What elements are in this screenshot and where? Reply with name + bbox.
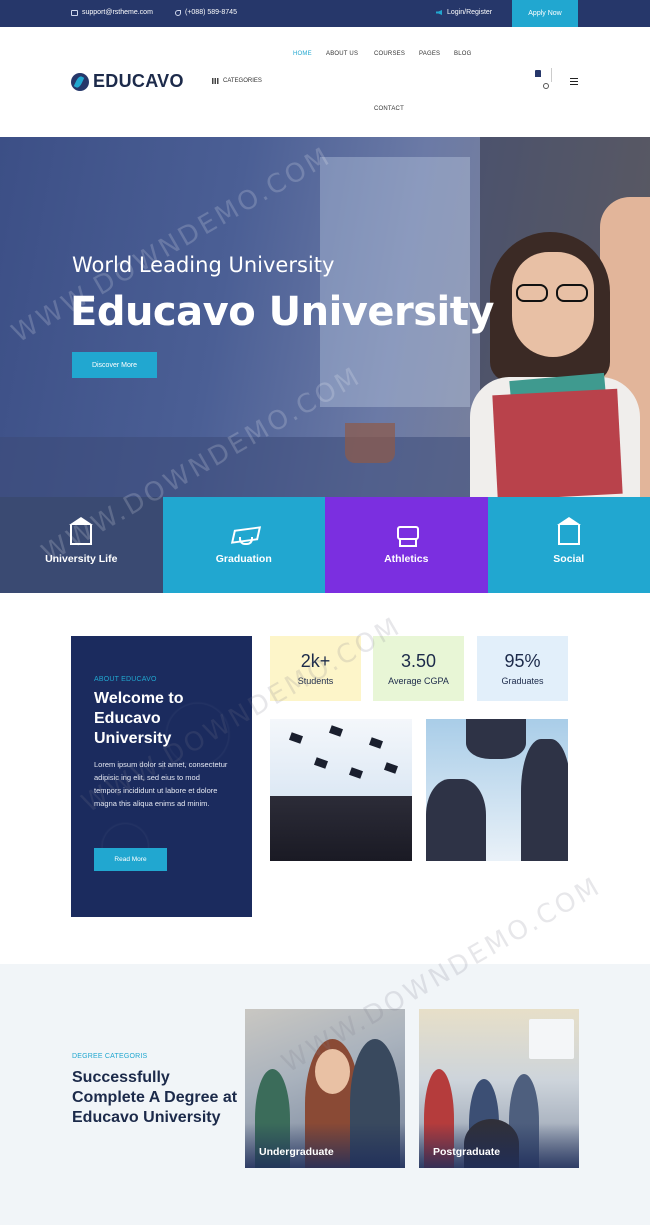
stat-students: 2k+ Students [270,636,361,701]
logo[interactable]: EDUCAVO [71,71,184,92]
stat-value: 3.50 [400,651,437,671]
tile-athletics[interactable]: Athletics [325,497,488,593]
hero-subtitle: World Leading University [72,253,335,277]
card-label: Undergraduate [259,1146,334,1158]
tile-label: Athletics [384,553,429,565]
discover-more-button[interactable]: Discover More [72,352,157,378]
card-postgraduate[interactable]: Postgraduate [419,1009,579,1168]
divider [551,68,552,82]
building-icon [556,517,581,545]
tile-university-life[interactable]: University Life [0,497,163,593]
envelope-icon [71,9,78,16]
graduation-photo-1 [270,719,412,861]
about-tag: ABOUT EDUCAVO [94,676,157,683]
building-icon [69,517,94,545]
categories-menu[interactable]: CATEGORIES [212,78,262,84]
grid-icon [212,78,219,84]
logo-icon [71,72,89,91]
stat-cgpa: 3.50 Average CGPA [373,636,464,701]
about-card: ABOUT EDUCAVO Welcome to Educavo Univers… [71,636,252,917]
phone-text: (+088) 589-8745 [185,9,237,16]
tile-social[interactable]: Social [487,497,650,593]
stat-graduates: 95% Graduates [477,636,568,701]
tile-graduation[interactable]: Graduation [162,497,325,593]
graduation-cap-icon [233,525,255,545]
apply-now-button[interactable]: Apply Now [512,0,578,27]
phone-link[interactable]: (+088) 589-8745 [175,9,237,16]
nav-home[interactable]: HOME [293,51,312,57]
header: EDUCAVO CATEGORIES HOME ABOUT US COURSES… [0,27,650,137]
tile-label: University Life [45,553,118,565]
feature-tiles: University Life Graduation Athletics Soc… [0,497,650,593]
hero-plant-pot [345,423,395,463]
about-text: Lorem ipsum dolor sit amet, consectetur … [94,760,228,808]
cart-icon[interactable] [535,70,541,77]
logo-text: EDUCAVO [93,71,184,91]
phone-icon [175,9,181,16]
stat-value: 95% [504,651,541,671]
nav-pages[interactable]: PAGES [419,51,440,57]
about-title: Welcome to Educavo University [94,690,184,747]
hero-title: Educavo University [70,289,494,335]
stat-label: Graduates [501,676,544,686]
tile-label: Graduation [215,553,272,565]
stat-label: Students [297,676,334,686]
card-label: Postgraduate [433,1146,501,1158]
nav-courses[interactable]: COURSES [374,51,405,57]
hamburger-menu-icon[interactable] [570,78,578,85]
categories-label: CATEGORIES [223,78,262,84]
read-more-button[interactable]: Read More [94,848,167,871]
degree-tag: DEGREE CATEGORIS [72,1053,148,1060]
login-register-link[interactable]: Login/Register [436,9,492,16]
hero-background-window [320,157,470,407]
top-bar: support@rstheme.com (+088) 589-8745 Logi… [0,0,650,27]
nav-about-us[interactable]: ABOUT US [326,51,358,57]
megaphone-icon [436,10,442,15]
hero-student-image [470,232,645,497]
stat-value: 2k+ [300,651,331,671]
email-link[interactable]: support@rstheme.com [71,9,153,16]
card-undergraduate[interactable]: Undergraduate [245,1009,405,1168]
degree-title: Successfully Complete A Degree at Educav… [72,1069,238,1126]
trophy-icon [395,525,420,547]
nav-blog[interactable]: BLOG [454,51,471,57]
stat-label: Average CGPA [388,676,449,686]
tile-label: Social [553,553,585,565]
search-icon[interactable] [543,83,549,89]
graduation-photo-2 [426,719,568,861]
email-text: support@rstheme.com [82,9,153,16]
nav-contact[interactable]: CONTACT [374,106,404,112]
login-text: Login/Register [447,9,493,16]
